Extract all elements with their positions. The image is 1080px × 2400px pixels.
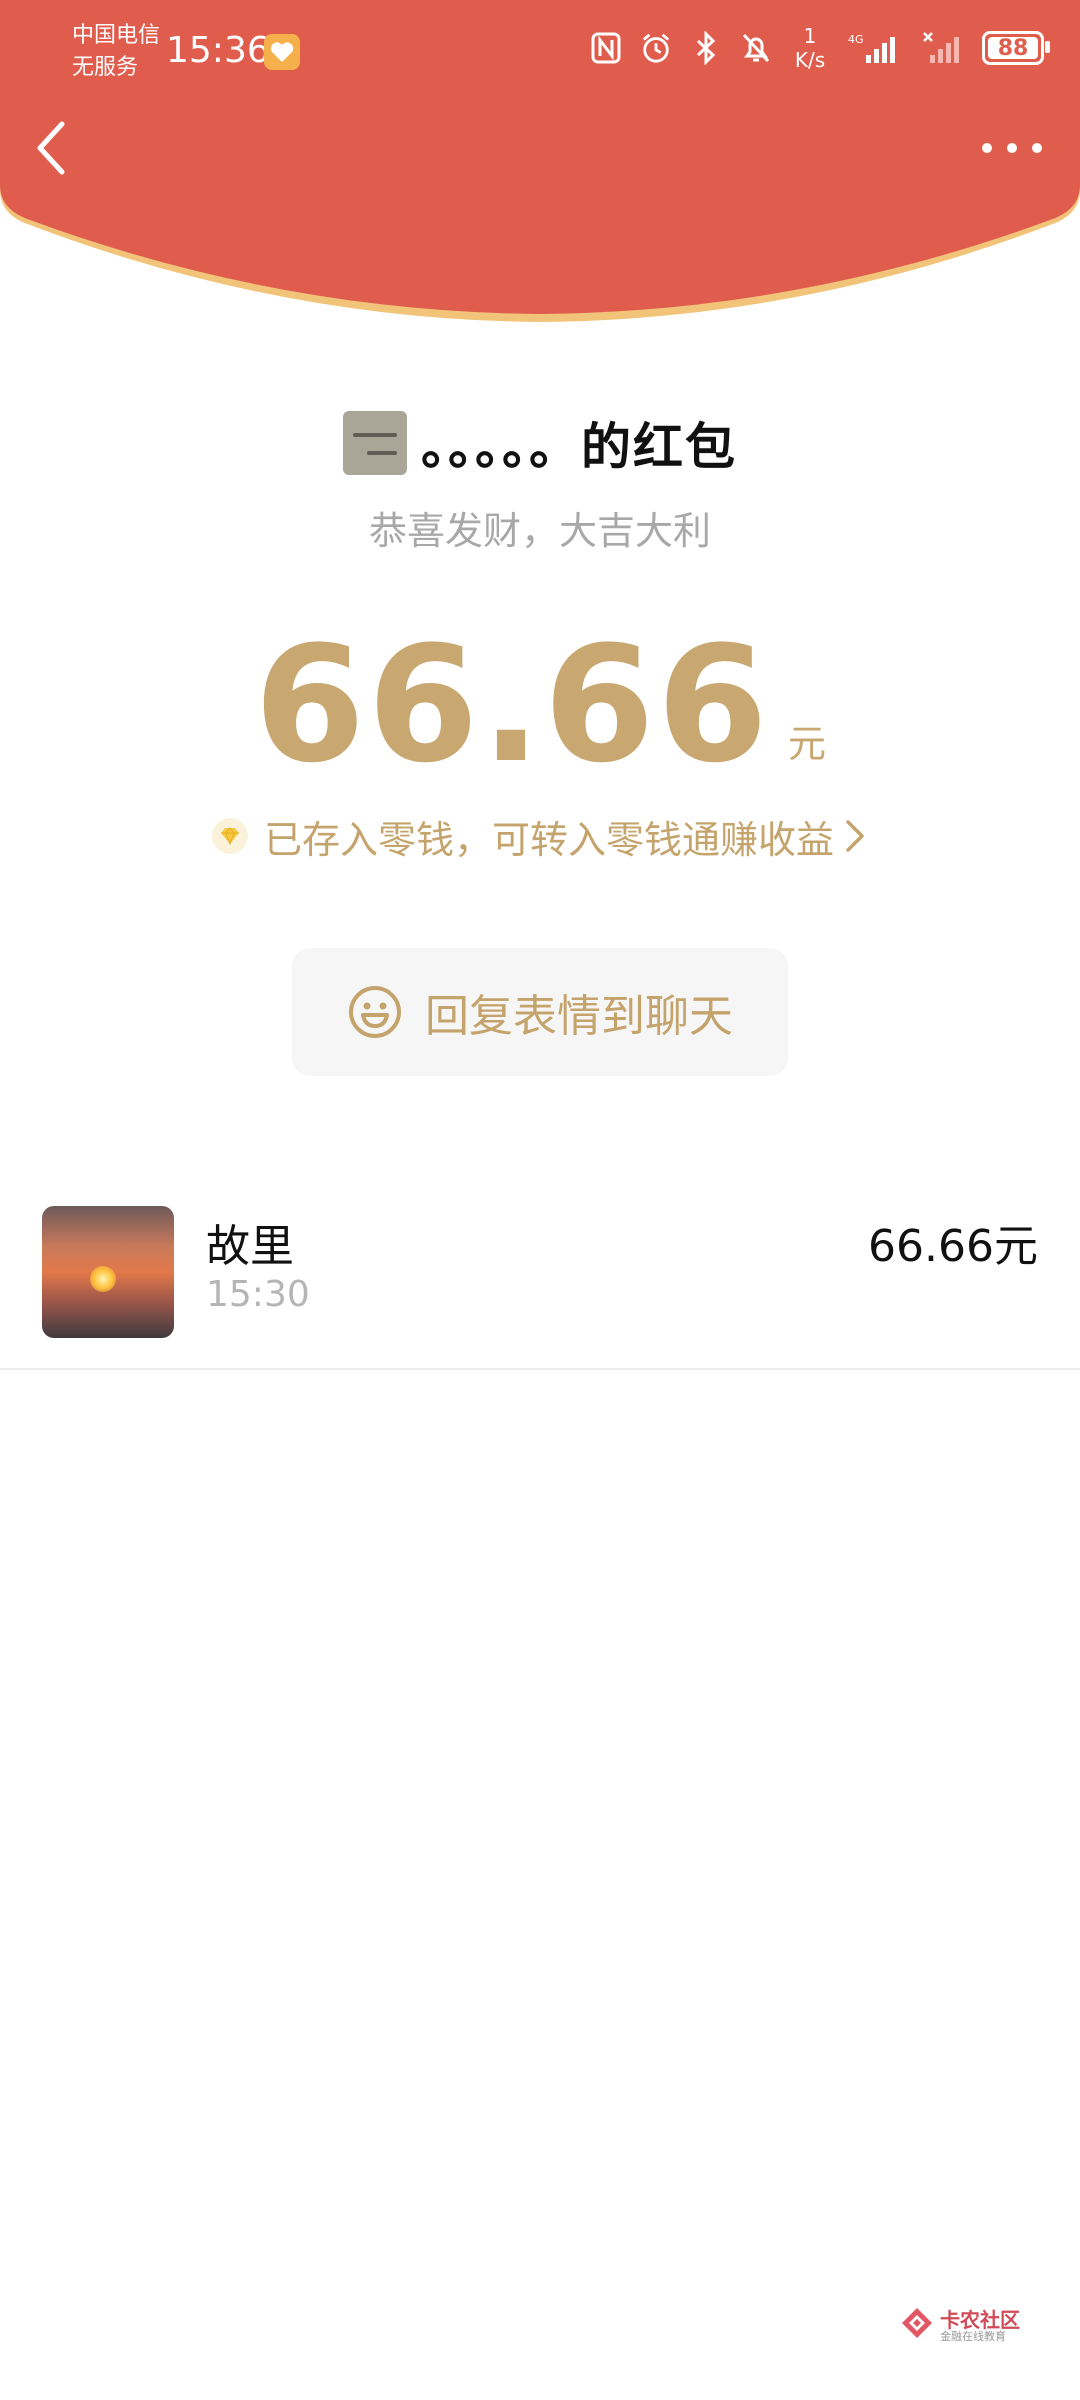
receive-amount: 66.66元 xyxy=(868,1221,1038,1272)
carrier-name: 中国电信 xyxy=(72,23,161,48)
carrier-info: 中国电信 无服务 xyxy=(72,20,160,84)
status-bar: 中国电信 无服务 15:36 1 K/s 4G 88 xyxy=(0,0,1080,110)
chevron-right-icon xyxy=(846,820,864,852)
back-button[interactable] xyxy=(28,118,74,178)
sender-avatar[interactable] xyxy=(343,411,407,475)
network-speed-value: 1 xyxy=(803,24,817,48)
red-packet-detail-page: 中国电信 无服务 15:36 1 K/s 4G 88 。。。。。的红包 恭喜发财… xyxy=(0,0,1080,2400)
reply-sticker-label: 回复表情到聊天 xyxy=(425,991,733,1042)
more-icon xyxy=(982,143,992,153)
carrier-service: 无服务 xyxy=(72,55,139,80)
signal-off-icon xyxy=(922,29,964,67)
clock: 15:36 xyxy=(166,30,270,71)
saved-text: 已存入零钱，可转入零钱通赚收益 xyxy=(263,817,834,862)
heart-app-icon xyxy=(264,34,300,70)
receiver-row[interactable]: 故里 15:30 66.66元 xyxy=(0,1192,1080,1370)
more-button[interactable] xyxy=(982,128,1042,168)
bluetooth-icon xyxy=(690,29,722,67)
network-type-label: 4G xyxy=(848,33,864,46)
receiver-name: 故里 xyxy=(206,1221,294,1272)
status-icons: 1 K/s 4G 88 xyxy=(590,24,1050,72)
battery-icon: 88 xyxy=(982,31,1050,65)
nfc-icon xyxy=(590,29,622,67)
amount-display: 66.66 元 xyxy=(0,610,1080,790)
watermark-logo-icon xyxy=(902,2308,932,2338)
amount-unit: 元 xyxy=(788,722,827,766)
sender-row: 。。。。。的红包 xyxy=(0,408,1080,478)
amount-value: 66.66 xyxy=(253,611,771,798)
receive-time: 15:30 xyxy=(206,1274,310,1315)
diamond-icon xyxy=(211,818,248,854)
reply-sticker-button[interactable]: 回复表情到聊天 xyxy=(292,948,788,1076)
blessing-text: 恭喜发财，大吉大利 xyxy=(368,509,711,553)
watermark-subtitle: 金融在线教育 xyxy=(940,2330,1006,2343)
watermark: 卡农社区 金融在线教育 xyxy=(900,2304,1050,2346)
mute-icon xyxy=(740,29,772,67)
sender-name: 。。。。。的红包 xyxy=(421,418,737,476)
network-speed-unit: K/s xyxy=(794,48,826,72)
saved-to-wallet-link[interactable]: 已存入零钱，可转入零钱通赚收益 xyxy=(0,808,1080,864)
alarm-icon xyxy=(640,29,672,67)
chevron-left-icon xyxy=(37,121,65,175)
battery-level: 88 xyxy=(997,35,1029,61)
network-speed: 1 K/s xyxy=(790,24,830,72)
smiley-icon xyxy=(349,986,401,1038)
receiver-avatar[interactable] xyxy=(42,1206,174,1338)
signal-icon: 4G xyxy=(848,29,904,67)
